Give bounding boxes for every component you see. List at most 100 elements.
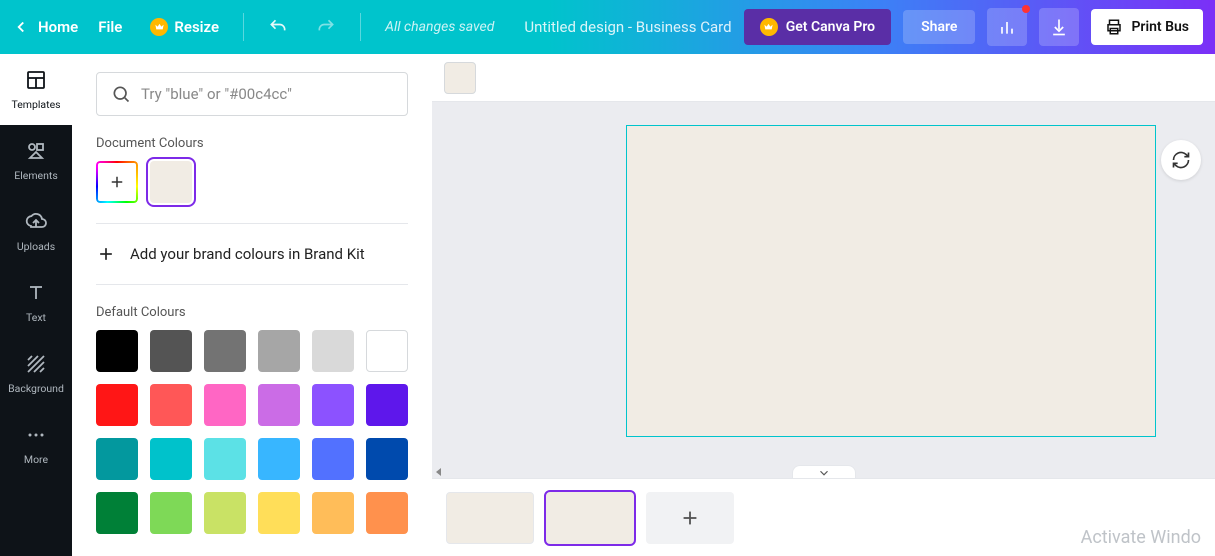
page-thumbnail-1[interactable] [446,492,534,544]
rail-more[interactable]: More [0,409,72,480]
colour-swatch[interactable] [258,492,300,534]
colour-swatch[interactable] [204,438,246,480]
rail-elements[interactable]: Elements [0,125,72,196]
colour-swatch[interactable] [258,384,300,426]
colour-swatch[interactable] [150,438,192,480]
templates-icon [24,68,48,92]
chevron-left-icon [12,18,30,36]
bar-chart-icon [997,17,1017,37]
add-colour-button[interactable] [96,161,138,203]
divider [243,13,244,41]
print-button[interactable]: Print Bus [1091,9,1203,45]
left-rail: Templates Elements Uploads Text Backgrou… [0,54,72,556]
colour-swatch[interactable] [96,438,138,480]
colour-swatch[interactable] [312,330,354,372]
rail-label: More [24,453,48,466]
canvas-area: Activate Windo [432,54,1215,556]
save-status: All changes saved [385,19,494,35]
brand-kit-text: Add your brand colours in Brand Kit [130,245,365,263]
file-menu[interactable]: File [90,18,130,36]
add-page-button[interactable] [646,492,734,544]
colour-swatch[interactable] [366,492,408,534]
crown-icon [760,18,778,36]
search-input[interactable] [141,85,393,103]
default-colours-label: Default Colours [96,305,408,320]
resize-label: Resize [174,18,219,36]
colour-swatch[interactable] [366,384,408,426]
colour-swatch[interactable] [366,330,408,372]
rail-templates[interactable]: Templates [0,54,72,125]
plus-icon [96,244,116,264]
colour-swatch[interactable] [204,330,246,372]
colour-swatch[interactable] [96,330,138,372]
plus-icon [108,173,126,191]
text-icon [24,281,48,305]
get-pro-button[interactable]: Get Canva Pro [744,9,891,45]
default-colours-grid [96,330,408,534]
insights-button[interactable] [987,8,1027,46]
colour-swatch[interactable] [150,384,192,426]
share-button[interactable]: Share [903,10,975,44]
colour-swatch[interactable] [96,492,138,534]
redo-button[interactable] [308,9,344,45]
colour-swatch[interactable] [366,438,408,480]
canvas-stage[interactable] [432,102,1215,478]
rail-label: Text [26,311,46,324]
page-strip: Activate Windo [432,478,1215,556]
watermark-text: Activate Windo [1081,527,1201,548]
rail-label: Elements [14,169,58,182]
colour-swatch[interactable] [312,384,354,426]
colour-swatch[interactable] [312,438,354,480]
cycle-style-button[interactable] [1161,140,1201,180]
cycle-icon [1171,150,1191,170]
print-label: Print Bus [1131,19,1189,35]
download-button[interactable] [1039,8,1079,46]
colour-swatch[interactable] [96,384,138,426]
crown-icon [150,18,168,36]
resize-button[interactable]: Resize [142,18,227,36]
undo-button[interactable] [260,9,296,45]
rail-uploads[interactable]: Uploads [0,196,72,267]
colour-swatch[interactable] [312,492,354,534]
canvas-toolbar [432,54,1215,102]
triangle-left-icon [434,467,444,477]
design-canvas[interactable] [627,126,1155,436]
download-icon [1049,17,1069,37]
home-label: Home [38,18,78,36]
horizontal-scroll-left[interactable] [434,462,446,474]
home-button[interactable]: Home [12,18,78,36]
print-icon [1105,18,1123,36]
page-strip-collapse[interactable] [792,465,856,478]
top-toolbar: Home File Resize All changes saved Untit… [0,0,1215,54]
colour-swatch[interactable] [258,330,300,372]
more-icon [24,423,48,447]
pro-label: Get Canva Pro [786,19,875,35]
rail-label: Background [8,382,64,395]
color-panel: Document Colours Add your brand colours … [72,54,432,556]
plus-icon [679,507,701,529]
chevron-down-icon [817,466,831,479]
document-colours-label: Document Colours [96,136,408,151]
notification-dot [1022,5,1030,13]
rail-background[interactable]: Background [0,338,72,409]
colour-swatch[interactable] [204,384,246,426]
redo-icon [316,17,336,37]
rail-text[interactable]: Text [0,267,72,338]
page-thumbnail-2[interactable] [546,492,634,544]
current-fill-swatch[interactable] [444,62,476,94]
search-icon [111,84,131,104]
elements-icon [24,139,48,163]
colour-swatch[interactable] [258,438,300,480]
background-icon [24,352,48,376]
brand-kit-link[interactable]: Add your brand colours in Brand Kit [96,244,408,264]
colour-swatch[interactable] [150,492,192,534]
divider [360,13,361,41]
uploads-icon [24,210,48,234]
document-colour-swatch[interactable] [150,161,192,203]
colour-swatch[interactable] [204,492,246,534]
rail-label: Uploads [17,240,55,253]
rail-label: Templates [11,98,60,111]
document-title[interactable]: Untitled design - Business Card [524,18,731,36]
color-search[interactable] [96,72,408,116]
colour-swatch[interactable] [150,330,192,372]
